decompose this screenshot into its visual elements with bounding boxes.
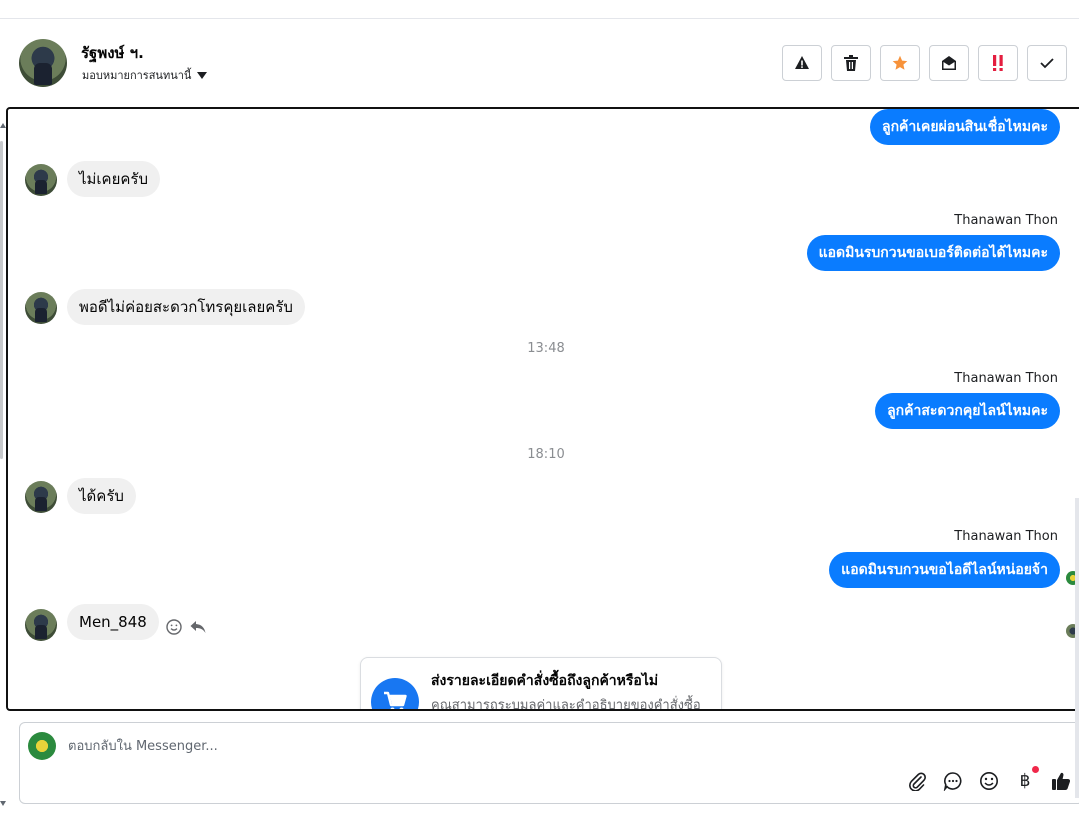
check-icon (1040, 58, 1054, 69)
message-outgoing: ลูกค้าเคยผ่อนสินเชื่อไหมคะ (869, 109, 1060, 145)
contact-avatar-small[interactable] (25, 164, 57, 196)
done-button[interactable] (1027, 45, 1067, 81)
message-bubble[interactable]: ลูกค้าเคยผ่อนสินเชื่อไหมคะ (869, 109, 1060, 145)
message-bubble[interactable]: แอดมินรบกวนขอไอดีไลน์หน่อยจ้า (829, 552, 1060, 588)
page-avatar (28, 732, 56, 760)
reply-input[interactable] (68, 735, 968, 757)
timestamp: 18:10 (527, 447, 565, 462)
trash-icon (844, 55, 858, 71)
composer-tools: ฿ (905, 766, 1073, 793)
order-details-prompt-card[interactable]: ส่งรายละเอียดคำสั่งซื้อถึงลูกค้าหรือไม่ … (360, 657, 722, 711)
reply-icon[interactable] (190, 620, 206, 634)
assign-conversation-dropdown[interactable]: มอบหมายการสนทนานี้ (82, 66, 208, 84)
star-button[interactable] (880, 45, 920, 81)
message-bubble[interactable]: แอดมินรบกวนขอเบอร์ติดต่อได้ไหมคะ (806, 235, 1060, 271)
caret-down-icon (197, 71, 208, 79)
mark-unread-button[interactable] (929, 45, 969, 81)
message-incoming: Men_848 (67, 604, 159, 640)
message-bubble[interactable]: ไม่เคยครับ (67, 161, 160, 197)
conversation-header: รัฐพงษ์ ฯ. มอบหมายการสนทนานี้ (7, 20, 1079, 106)
reply-composer: ฿ (19, 722, 1079, 804)
follow-up-button[interactable] (978, 45, 1018, 81)
notification-dot (1032, 766, 1039, 773)
contact-avatar-small[interactable] (25, 481, 57, 513)
like-button[interactable] (1049, 769, 1073, 793)
message-bubble[interactable]: ได้ครับ (67, 478, 136, 514)
saved-replies-button[interactable] (941, 769, 965, 793)
message-thread[interactable]: ลูกค้าเคยผ่อนสินเชื่อไหมคะ ไม่เคยครับ Th… (6, 107, 1079, 711)
cart-icon-circle (371, 678, 419, 709)
message-incoming: พอดีไม่ค่อยสะดวกโทรคุยเลยครับ (67, 289, 305, 325)
assign-label: มอบหมายการสนทนานี้ (82, 69, 192, 82)
message-outgoing: แอดมินรบกวนขอเบอร์ติดต่อได้ไหมคะ (806, 235, 1060, 271)
sender-name: Thanawan Thon (954, 529, 1058, 544)
envelope-open-icon (942, 56, 956, 70)
star-icon (892, 55, 908, 70)
thumbs-up-icon (1052, 772, 1071, 790)
chat-bubble-icon (943, 772, 962, 791)
emoji-button[interactable] (977, 769, 1001, 793)
contact-avatar-small[interactable] (25, 292, 57, 324)
message-bubble[interactable]: พอดีไม่ค่อยสะดวกโทรคุยเลยครับ (67, 289, 305, 325)
baht-icon: ฿ (1019, 771, 1031, 791)
timestamp: 13:48 (527, 341, 565, 356)
contact-name[interactable]: รัฐพงษ์ ฯ. (81, 41, 144, 65)
message-incoming: ได้ครับ (67, 478, 136, 514)
scrollbar-thumb[interactable] (0, 141, 3, 459)
warning-icon (795, 56, 809, 69)
spam-button[interactable] (782, 45, 822, 81)
top-strip (0, 0, 1079, 19)
exclamation-icon (993, 55, 1003, 71)
react-emoji-icon[interactable] (166, 619, 182, 635)
emoji-icon (980, 772, 998, 790)
cart-icon (384, 691, 407, 709)
message-outgoing: แอดมินรบกวนขอไอดีไลน์หน่อยจ้า (829, 552, 1060, 588)
order-card-title: ส่งรายละเอียดคำสั่งซื้อถึงลูกค้าหรือไม่ (431, 673, 659, 689)
paperclip-icon (909, 772, 926, 791)
header-actions (782, 45, 1067, 81)
contact-avatar[interactable] (19, 39, 67, 87)
message-incoming: ไม่เคยครับ (67, 161, 160, 197)
attach-button[interactable] (905, 769, 929, 793)
message-bubble[interactable]: Men_848 (67, 604, 159, 640)
right-edge-panel (1075, 498, 1079, 798)
sender-name: Thanawan Thon (954, 371, 1058, 386)
payment-button[interactable]: ฿ (1013, 766, 1039, 793)
delete-button[interactable] (831, 45, 871, 81)
sender-name: Thanawan Thon (954, 213, 1058, 228)
message-hover-actions (166, 619, 206, 635)
order-card-subtitle: คุณสามารถระบุมูลค่าและคำอธิบายของคำสั่งซ… (431, 698, 701, 711)
scroll-down-arrow-icon[interactable] (0, 801, 6, 806)
message-bubble[interactable]: ลูกค้าสะดวกคุยไลน์ไหมคะ (875, 393, 1060, 429)
message-outgoing: ลูกค้าสะดวกคุยไลน์ไหมคะ (875, 393, 1060, 429)
contact-avatar-small[interactable] (25, 609, 57, 641)
